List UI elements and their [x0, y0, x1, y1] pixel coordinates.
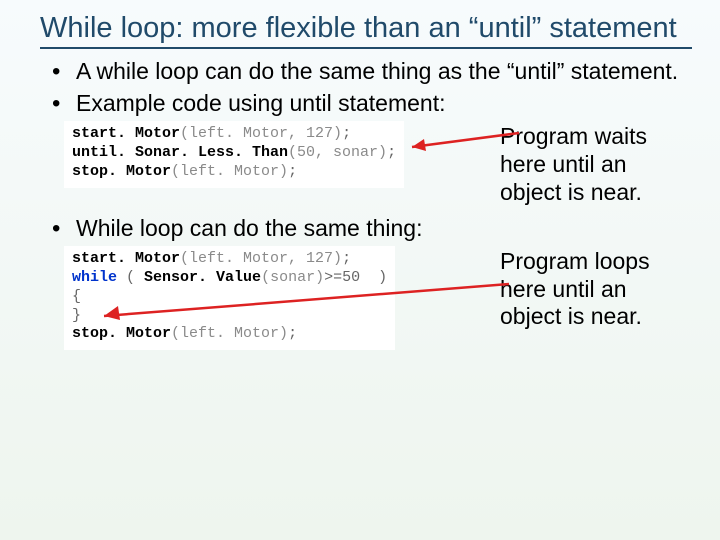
code-token: >=50 — [324, 269, 369, 286]
code-token: (left. Motor) — [171, 163, 288, 180]
code-token: ; — [288, 325, 297, 342]
slide-title: While loop: more flexible than an “until… — [40, 12, 692, 49]
annotation-1: Program waits here until an object is ne… — [492, 121, 692, 206]
code-token: { — [72, 288, 81, 305]
code-token: ; — [288, 163, 297, 180]
code-token: start. Motor — [72, 125, 180, 142]
while-code-block: start. Motor(left. Motor, 127); while ( … — [64, 246, 395, 350]
code-token: Sensor. Value — [144, 269, 261, 286]
code-token: (50, sonar) — [288, 144, 387, 161]
code-token: (left. Motor) — [171, 325, 288, 342]
bullet-list-2: While loop can do the same thing: — [40, 214, 692, 242]
code-token: ; — [342, 125, 351, 142]
bullet-list: A while loop can do the same thing as th… — [40, 57, 692, 117]
code-token: ; — [342, 250, 351, 267]
code-token: start. Motor — [72, 250, 180, 267]
code-token: until. Sonar. Less. Than — [72, 144, 288, 161]
bullet-1: A while loop can do the same thing as th… — [40, 57, 692, 85]
code-token: ( — [117, 269, 144, 286]
example-1-row: start. Motor(left. Motor, 127); until. S… — [64, 121, 692, 206]
code-token: stop. Motor — [72, 163, 171, 180]
annotation-2: Program loops here until an object is ne… — [492, 246, 692, 331]
code-token: ; — [387, 144, 396, 161]
code-token: } — [72, 307, 81, 324]
code-token: stop. Motor — [72, 325, 171, 342]
code-token: (left. Motor, 127) — [180, 250, 342, 267]
bullet-3: While loop can do the same thing: — [40, 214, 692, 242]
code-token: (sonar) — [261, 269, 324, 286]
code-token: while — [72, 269, 117, 286]
bullet-2: Example code using until statement: — [40, 89, 692, 117]
example-2-row: start. Motor(left. Motor, 127); while ( … — [64, 246, 692, 350]
code-token: (left. Motor, 127) — [180, 125, 342, 142]
until-code-block: start. Motor(left. Motor, 127); until. S… — [64, 121, 404, 187]
code-token: ) — [369, 269, 387, 286]
